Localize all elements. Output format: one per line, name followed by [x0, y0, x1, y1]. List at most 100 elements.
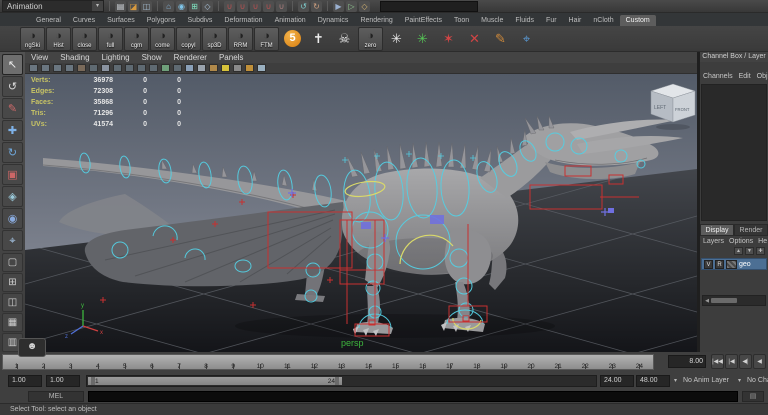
snap-plane-icon[interactable]: ∪ [263, 1, 274, 12]
universal-manipulator-tool[interactable]: ◈ [2, 186, 23, 207]
ipr-render-icon[interactable]: ▷ [346, 1, 357, 12]
scroll-left-icon[interactable]: ◀ [703, 298, 711, 304]
shelf-tab[interactable]: Fluids [509, 15, 540, 26]
shelf-item-joint-icon[interactable]: ✳ [410, 27, 435, 51]
lock-camera-icon[interactable] [41, 64, 50, 72]
shelf-tab[interactable]: Toon [448, 15, 475, 26]
layer-menu-item[interactable]: Layers [703, 238, 724, 245]
panel-menu-item[interactable]: Shading [60, 53, 89, 62]
frame-cell[interactable]: 10 [247, 355, 274, 369]
mel-button[interactable]: MEL [28, 391, 84, 402]
shelf-tab[interactable]: General [30, 15, 67, 26]
shelf-tab[interactable]: Deformation [218, 15, 268, 26]
shelf-item-Hist[interactable]: ◑ Hist [46, 27, 71, 51]
2d-pan-zoom-icon[interactable] [89, 64, 98, 72]
frame-cell[interactable]: 4 [84, 355, 111, 369]
grid-icon[interactable] [101, 64, 110, 72]
frame-cell[interactable]: 11 [274, 355, 301, 369]
no-history-icon[interactable]: ↻ [311, 1, 322, 12]
scene-area[interactable]: Verts: 36978 0 0 Edges: 72308 0 0 [25, 74, 697, 352]
shadows-icon[interactable] [233, 64, 242, 72]
select-camera-icon[interactable] [29, 64, 38, 72]
four-pane-layout-button[interactable]: ⊞ [2, 273, 23, 292]
panel-menu-item[interactable]: Show [142, 53, 162, 62]
layer-render-toggle[interactable]: R [715, 260, 724, 269]
layer-editor-tab[interactable]: Display [700, 224, 734, 236]
layer-visible-toggle[interactable]: V [704, 260, 713, 269]
shelf-item-ik-handle-icon[interactable]: ✶ [436, 27, 461, 51]
field-chart-icon[interactable] [149, 64, 158, 72]
anim-layer-dropdown[interactable]: No Anim Layer [683, 377, 729, 384]
show-manipulator-tool[interactable]: ⌖ [2, 230, 23, 251]
shelf-item-zero[interactable]: ◑ zero [358, 27, 383, 51]
shelf-item-cgm[interactable]: ◑ cgm [124, 27, 149, 51]
shelf-item-sp3D[interactable]: ◑ sp3D [202, 27, 227, 51]
shelf-item-skull-icon[interactable]: ☠ [332, 27, 357, 51]
move-layer-up-button[interactable]: ▲ [734, 247, 743, 255]
frame-cell[interactable]: 2 [30, 355, 57, 369]
hypershade-layout-button[interactable]: ▦ [2, 313, 23, 332]
character-caret-icon[interactable]: ▾ [738, 377, 741, 384]
anim-start-field[interactable]: 1.00 [46, 375, 80, 387]
snap-live-icon[interactable]: ∪ [276, 1, 287, 12]
xray-icon[interactable] [257, 64, 266, 72]
playback-end-field[interactable]: 24.00 [600, 375, 634, 387]
layer-row[interactable]: V R geo [701, 258, 767, 270]
frame-cell[interactable]: 12 [301, 355, 328, 369]
use-all-lights-icon[interactable] [221, 64, 230, 72]
scale-tool[interactable]: ▣ [2, 164, 23, 185]
image-plane-icon[interactable] [77, 64, 86, 72]
shelf-tab[interactable]: Dynamics [312, 15, 355, 26]
character-dropdown[interactable]: No Cha [747, 377, 768, 384]
frame-cell[interactable]: 24 [626, 355, 653, 369]
view-cube-front-label[interactable]: FRONT [675, 107, 690, 112]
frame-cell[interactable]: 1 [3, 355, 30, 369]
shelf-item-ngSki[interactable]: ◑ ngSki [20, 27, 45, 51]
frame-cell[interactable]: 18 [463, 355, 490, 369]
shelf-item-five-badge[interactable]: 5 [280, 27, 305, 51]
shaded-icon[interactable] [197, 64, 206, 72]
shelf-tab[interactable]: Animation [269, 15, 312, 26]
shelf-tab[interactable]: Polygons [141, 15, 182, 26]
shelf-tab[interactable]: Surfaces [101, 15, 141, 26]
step-back-frame-button[interactable]: ◀| [739, 354, 752, 369]
panel-menu-item[interactable]: Panels [219, 53, 243, 62]
safe-title-icon[interactable] [173, 64, 182, 72]
move-layer-down-button[interactable]: ▼ [745, 247, 754, 255]
current-time-field[interactable]: 8.00 [668, 355, 706, 368]
channel-box-menu-item[interactable]: Channels [703, 73, 733, 80]
select-mask-icon[interactable]: ◇ [202, 1, 213, 12]
panel-menu-item[interactable]: Lighting [102, 53, 130, 62]
new-scene-icon[interactable]: ▤ [115, 1, 126, 12]
script-editor-button[interactable]: ▤ [742, 391, 764, 402]
shelf-item-paint-skin-icon[interactable]: ✎ [488, 27, 513, 51]
rotate-tool[interactable]: ↻ [2, 142, 23, 163]
render-current-frame-icon[interactable]: ▶ [333, 1, 344, 12]
go-to-start-button[interactable]: |◀◀ [711, 354, 724, 369]
channel-box-menu-item[interactable]: Edit [739, 73, 751, 80]
frame-cell[interactable]: 21 [545, 355, 572, 369]
step-back-key-button[interactable]: |◀ [725, 354, 738, 369]
anim-end-field[interactable]: 48.00 [636, 375, 670, 387]
soft-mod-tool[interactable]: ◉ [2, 208, 23, 229]
shelf-tab[interactable]: Rendering [354, 15, 398, 26]
shelf-tab[interactable]: Curves [67, 15, 101, 26]
perspective-viewport[interactable]: ViewShadingLightingShowRendererPanels Ve… [25, 52, 697, 352]
frame-cell[interactable]: 8 [193, 355, 220, 369]
playback-start-field[interactable]: 1.00 [8, 375, 42, 387]
shelf-item-RRM[interactable]: ◑ RRM [228, 27, 253, 51]
range-slider-bar[interactable]: 1 24 [88, 377, 342, 385]
shelf-item-full[interactable]: ◑ full [98, 27, 123, 51]
quick-select-input[interactable] [380, 1, 478, 12]
view-cube-left-label[interactable]: LEFT [654, 105, 666, 111]
camera-attributes-icon[interactable] [53, 64, 62, 72]
frame-cell[interactable]: 6 [138, 355, 165, 369]
shelf-item-FTM[interactable]: ◑ FTM [254, 27, 279, 51]
snap-point-icon[interactable]: ∪ [250, 1, 261, 12]
shelf-item-skeleton-icon[interactable]: ✳ [384, 27, 409, 51]
command-line-input[interactable] [88, 391, 738, 402]
shelf-item-bone-icon[interactable]: ⌖ [514, 27, 539, 51]
bookmarks-icon[interactable] [65, 64, 74, 72]
snap-curve-icon[interactable]: ∪ [237, 1, 248, 12]
open-scene-icon[interactable]: ◪ [128, 1, 139, 12]
